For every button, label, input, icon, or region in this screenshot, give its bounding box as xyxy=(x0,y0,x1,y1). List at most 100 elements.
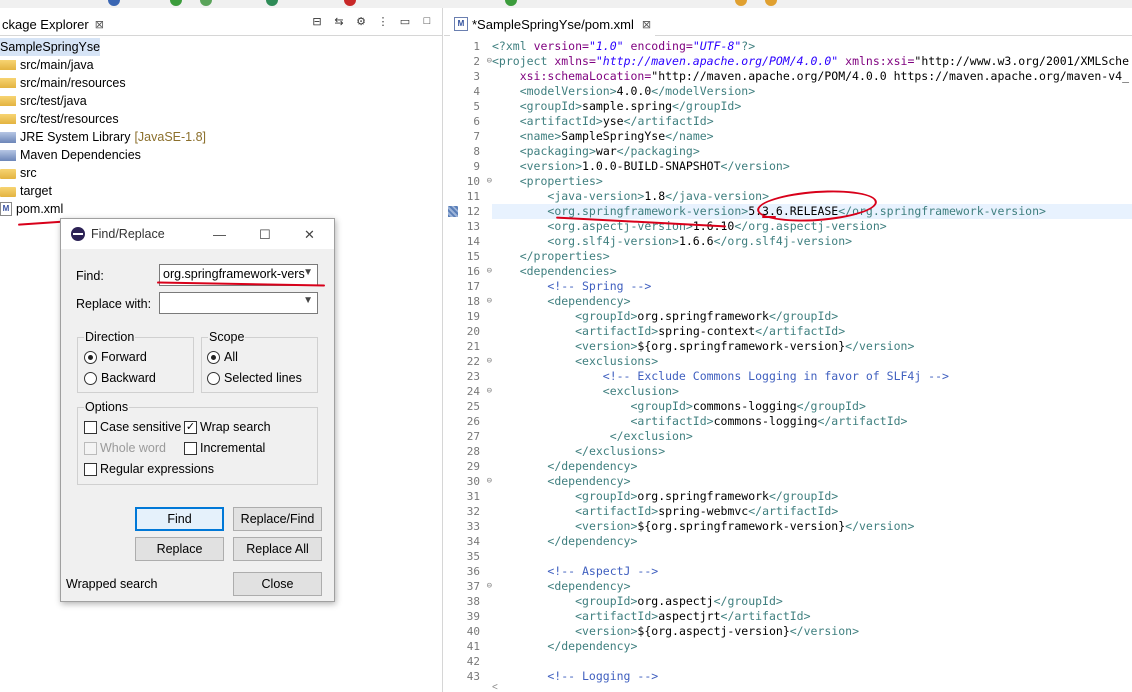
code-line[interactable]: </dependency> xyxy=(492,639,1132,654)
code-area[interactable]: <?xml version="1.0" encoding="UTF-8"?> <p… xyxy=(492,39,1132,689)
chevron-down-icon[interactable]: ▼ xyxy=(303,295,313,306)
toolbar-debug-icon[interactable] xyxy=(200,0,212,6)
code-line[interactable]: <properties> xyxy=(492,174,1132,189)
code-line[interactable]: <groupId>org.aspectj</groupId> xyxy=(492,594,1132,609)
tree-item-jre-library[interactable]: JRE System Library [JavaSE-1.8] xyxy=(0,128,206,146)
checkbox-empty-icon xyxy=(184,441,197,455)
minimize-icon[interactable]: — xyxy=(213,227,226,242)
code-line[interactable] xyxy=(492,549,1132,564)
line-number-text: 14 xyxy=(466,235,480,248)
code-line[interactable]: <dependency> xyxy=(492,474,1132,489)
toolbar-run-config-icon[interactable] xyxy=(266,0,278,6)
find-replace-dialog: Find/Replace — ☐ ✕ Find: org.springframe… xyxy=(60,218,335,602)
tree-item-project[interactable]: SampleSpringYse xyxy=(0,38,101,56)
line-number: 22 ⊖ xyxy=(444,354,492,369)
code-line[interactable]: <name>SampleSpringYse</name> xyxy=(492,129,1132,144)
all-radio[interactable]: All xyxy=(207,350,238,364)
tree-item-src-test-java[interactable]: src/test/java xyxy=(0,92,87,110)
replace-all-button[interactable]: Replace All xyxy=(233,537,322,561)
selected-lines-radio[interactable]: Selected lines xyxy=(207,371,302,385)
horizontal-scrollbar[interactable]: < xyxy=(492,682,1132,692)
dialog-title-bar[interactable]: Find/Replace — ☐ ✕ xyxy=(61,219,334,249)
line-number: 7 xyxy=(444,129,490,144)
code-line[interactable]: <artifactId>spring-webmvc</artifactId> xyxy=(492,504,1132,519)
backward-radio[interactable]: Backward xyxy=(84,371,156,385)
view-menu-icon[interactable]: ⋮ xyxy=(376,14,390,28)
code-line[interactable]: </exclusions> xyxy=(492,444,1132,459)
code-line[interactable]: <groupId>org.springframework</groupId> xyxy=(492,489,1132,504)
tree-item-src[interactable]: src xyxy=(0,164,37,182)
collapse-all-icon[interactable]: ⊟ xyxy=(310,14,324,28)
code-line[interactable]: <dependencies> xyxy=(492,264,1132,279)
code-line[interactable]: <artifactId>yse</artifactId> xyxy=(492,114,1132,129)
tree-item-maven-dependencies[interactable]: Maven Dependencies xyxy=(0,146,141,164)
tree-item-pom-xml[interactable]: M pom.xml xyxy=(0,200,63,218)
code-line[interactable]: <dependency> xyxy=(492,579,1132,594)
code-line[interactable]: </exclusion> xyxy=(492,429,1132,444)
code-line[interactable]: <artifactId>aspectjrt</artifactId> xyxy=(492,609,1132,624)
code-line[interactable]: <org.slf4j-version>1.6.6</org.slf4j-vers… xyxy=(492,234,1132,249)
close-icon[interactable]: ⊠ xyxy=(95,18,104,31)
code-line[interactable]: <artifactId>commons-logging</artifactId> xyxy=(492,414,1132,429)
code-line[interactable]: <!-- Exclude Commons Logging in favor of… xyxy=(492,369,1132,384)
code-line[interactable]: <version>1.0.0-BUILD-SNAPSHOT</version> xyxy=(492,159,1132,174)
code-line[interactable] xyxy=(492,654,1132,669)
wrap-search-checkbox[interactable]: ✓ Wrap search xyxy=(184,420,271,434)
code-line[interactable]: <project xmlns="http://maven.apache.org/… xyxy=(492,54,1132,69)
replace-find-button[interactable]: Replace/Find xyxy=(233,507,322,531)
code-line[interactable]: <!-- AspectJ --> xyxy=(492,564,1132,579)
code-line[interactable]: <packaging>war</packaging> xyxy=(492,144,1132,159)
tree-item-src-test-resources[interactable]: src/test/resources xyxy=(0,110,119,128)
code-line[interactable]: <version>${org.aspectj-version}</version… xyxy=(492,624,1132,639)
regular-expressions-checkbox[interactable]: Regular expressions xyxy=(84,462,214,476)
replace-input[interactable]: ▼ xyxy=(159,292,318,314)
maximize-icon[interactable]: ☐ xyxy=(259,227,271,243)
code-line[interactable]: <!-- Spring --> xyxy=(492,279,1132,294)
tree-item-src-main-java[interactable]: src/main/java xyxy=(0,56,94,74)
toolbar-stop-icon[interactable] xyxy=(344,0,356,6)
all-label: All xyxy=(224,350,238,364)
toolbar-save-icon[interactable] xyxy=(108,0,120,6)
filter-icon[interactable]: ⚙ xyxy=(354,14,368,28)
tree-item-src-main-resources[interactable]: src/main/resources xyxy=(0,74,126,92)
code-line[interactable]: <dependency> xyxy=(492,294,1132,309)
toolbar-run-icon[interactable] xyxy=(170,0,182,6)
code-line[interactable]: <version>${org.springframework-version}<… xyxy=(492,339,1132,354)
case-sensitive-checkbox[interactable]: Case sensitive xyxy=(84,420,181,434)
incremental-checkbox[interactable]: Incremental xyxy=(184,441,265,455)
close-icon[interactable]: ✕ xyxy=(304,227,315,243)
scroll-left-icon[interactable]: < xyxy=(492,682,498,692)
code-line[interactable]: <artifactId>spring-context</artifactId> xyxy=(492,324,1132,339)
maximize-icon[interactable]: □ xyxy=(420,14,434,28)
minimize-icon[interactable]: ▭ xyxy=(398,14,412,28)
toolbar-back-icon[interactable] xyxy=(735,0,747,6)
code-line[interactable]: xsi:schemaLocation="http://maven.apache.… xyxy=(492,69,1132,84)
view-toolbar: ⊟ ⇆ ⚙ ⋮ ▭ □ xyxy=(310,14,434,28)
close-button[interactable]: Close xyxy=(233,572,322,596)
code-line[interactable]: <groupId>sample.spring</groupId> xyxy=(492,99,1132,114)
code-line[interactable]: <exclusions> xyxy=(492,354,1132,369)
code-line[interactable]: <groupId>org.springframework</groupId> xyxy=(492,309,1132,324)
tree-item-target[interactable]: target xyxy=(0,182,52,200)
link-with-editor-icon[interactable]: ⇆ xyxy=(332,14,346,28)
code-line[interactable]: <exclusion> xyxy=(492,384,1132,399)
code-line[interactable]: <?xml version="1.0" encoding="UTF-8"?> xyxy=(492,39,1132,54)
find-button[interactable]: Find xyxy=(135,507,224,531)
replace-button[interactable]: Replace xyxy=(135,537,224,561)
toolbar-new-icon[interactable] xyxy=(505,0,517,6)
toolbar-forward-icon[interactable] xyxy=(765,0,777,6)
source-folder-icon xyxy=(0,78,16,88)
forward-radio[interactable]: Forward xyxy=(84,350,147,364)
code-line[interactable]: <version>${org.springframework-version}<… xyxy=(492,519,1132,534)
line-number: 15 xyxy=(444,249,490,264)
code-line[interactable]: </dependency> xyxy=(492,459,1132,474)
tab-pom-xml[interactable]: M *SampleSpringYse/pom.xml ⊠ xyxy=(450,12,656,36)
close-icon[interactable]: ⊠ xyxy=(642,18,651,31)
code-line[interactable]: <groupId>commons-logging</groupId> xyxy=(492,399,1132,414)
code-line[interactable]: </dependency> xyxy=(492,534,1132,549)
tab-package-explorer[interactable]: ckage Explorer ⊠ xyxy=(0,12,108,36)
code-line[interactable]: </properties> xyxy=(492,249,1132,264)
code-line[interactable]: <modelVersion>4.0.0</modelVersion> xyxy=(492,84,1132,99)
chevron-down-icon[interactable]: ▼ xyxy=(303,267,313,278)
line-number: 27 xyxy=(444,429,490,444)
